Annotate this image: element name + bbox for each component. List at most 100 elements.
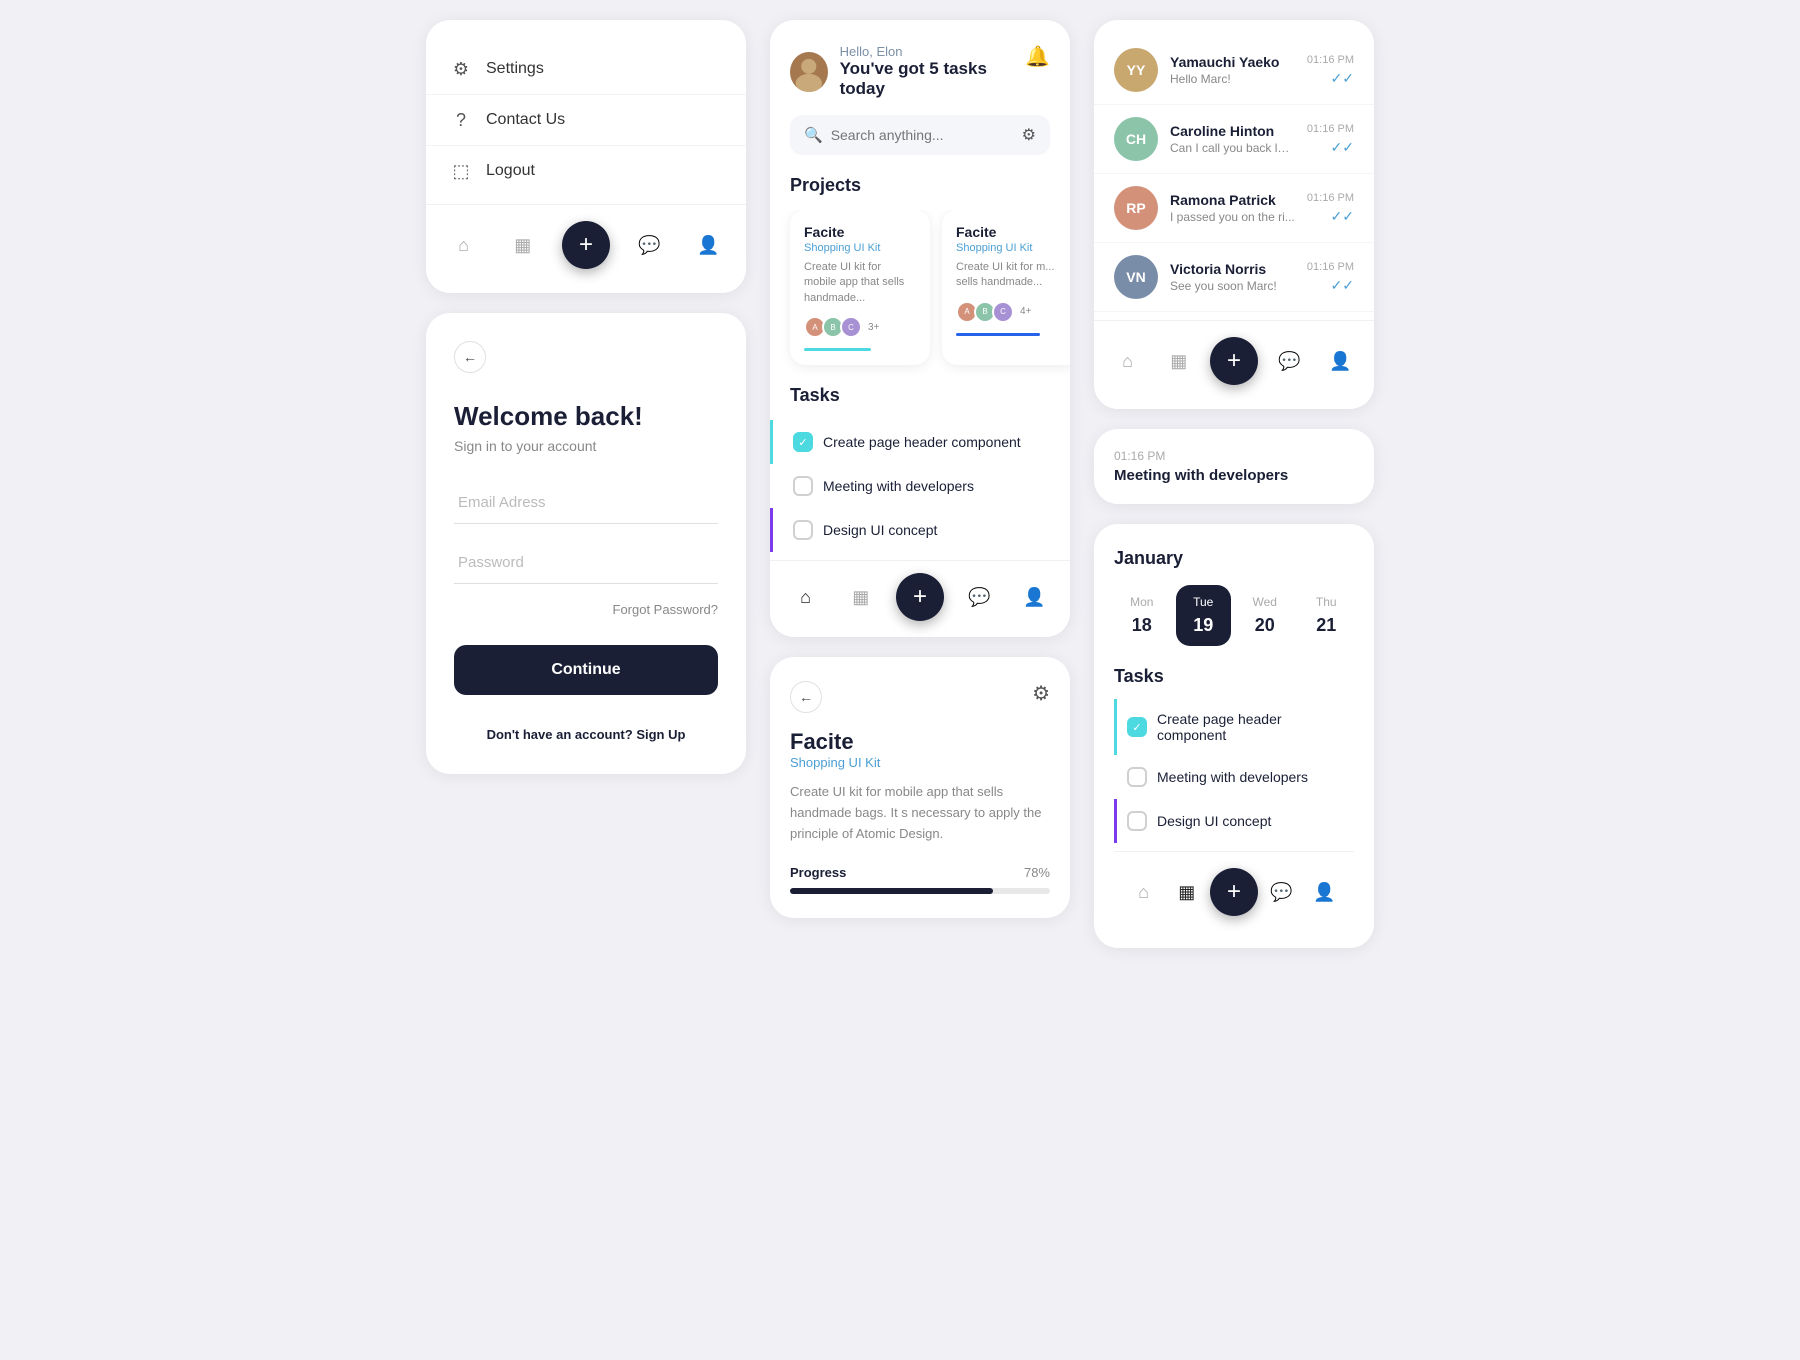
email-field[interactable] — [454, 482, 718, 524]
menu-item-logout[interactable]: ⬚ Logout — [426, 146, 746, 196]
tasks-section-title: Tasks — [770, 385, 1070, 420]
cal-day-name-3: Thu — [1316, 595, 1337, 609]
meeting-card: 01:16 PM Meeting with developers — [1094, 429, 1374, 504]
cal-day-1[interactable]: Tue 19 — [1176, 585, 1232, 646]
help-icon: ? — [450, 109, 472, 131]
signup-link: Don't have an account? Sign Up — [454, 727, 718, 742]
cal-day-0[interactable]: Mon 18 — [1114, 585, 1170, 646]
project-card-1[interactable]: Facite Shopping UI Kit Create UI kit for… — [942, 210, 1070, 365]
progress-percentage: 78% — [1024, 865, 1050, 880]
msg-bottom-nav: ⌂ ▦ + 💬 👤 — [1094, 320, 1374, 393]
proj-settings-icon[interactable]: ⚙ — [1032, 681, 1050, 713]
proj-avatar: C — [992, 301, 1014, 323]
cal-cal-nav[interactable]: ▦ — [1167, 872, 1207, 912]
msg-avatar-2: RP — [1114, 186, 1158, 230]
progress-label: Progress — [790, 865, 846, 880]
task-checkbox-1[interactable] — [793, 476, 813, 496]
cal-task-checkbox-1[interactable] — [1127, 767, 1147, 787]
signup-link-action[interactable]: Sign Up — [636, 727, 685, 742]
login-card: ← Welcome back! Sign in to your account … — [426, 313, 746, 774]
proj-avatar: C — [840, 316, 862, 338]
calendar-card: January Mon 18 Tue 19 Wed 20 Thu 21 Task… — [1094, 524, 1374, 948]
continue-button[interactable]: Continue — [454, 645, 718, 695]
cal-task-checkbox-0[interactable]: ✓ — [1127, 717, 1147, 737]
msg-check-3: ✓✓ — [1331, 277, 1354, 294]
home-nav[interactable]: ⌂ — [786, 577, 826, 617]
msg-check-0: ✓✓ — [1331, 70, 1354, 87]
msg-name-1: Caroline Hinton — [1170, 123, 1295, 139]
profile-nav-btn[interactable]: 👤 — [688, 225, 728, 265]
project-card-0[interactable]: Facite Shopping UI Kit Create UI kit for… — [790, 210, 930, 365]
home-msg-nav[interactable]: ⌂ — [1108, 341, 1148, 381]
add-fab-home[interactable]: + — [896, 573, 944, 621]
notification-bell[interactable]: 🔔 — [1025, 44, 1050, 69]
add-fab[interactable]: + — [562, 221, 610, 269]
projects-section-title: Projects — [770, 175, 1070, 210]
add-fab-msg[interactable]: + — [1210, 337, 1258, 385]
task-item-1[interactable]: Meeting with developers — [770, 464, 1070, 508]
user-avatar — [790, 52, 828, 92]
msg-item-1[interactable]: CH Caroline Hinton Can I call you back l… — [1094, 105, 1374, 174]
proj-progress-1 — [956, 333, 1040, 336]
password-field[interactable] — [454, 542, 718, 584]
msg-name-2: Ramona Patrick — [1170, 192, 1295, 208]
msg-preview-1: Can I call you back later? ... — [1170, 141, 1295, 155]
home-cal-nav[interactable]: ⌂ — [1124, 872, 1164, 912]
proj-count-0: 3+ — [868, 322, 879, 333]
meeting-time: 01:16 PM — [1114, 449, 1354, 463]
back-button[interactable]: ← — [454, 341, 486, 373]
chat-msg-nav[interactable]: 💬 — [1269, 341, 1309, 381]
cal-day-num-2: 20 — [1255, 615, 1275, 636]
cal-day-3[interactable]: Thu 21 — [1299, 585, 1355, 646]
chat-cal-nav[interactable]: 💬 — [1261, 872, 1301, 912]
task-label-1: Meeting with developers — [823, 478, 974, 494]
chat-nav-btn[interactable]: 💬 — [629, 225, 669, 265]
msg-item-2[interactable]: RP Ramona Patrick I passed you on the ri… — [1094, 174, 1374, 243]
cal-task-1[interactable]: Meeting with developers — [1114, 755, 1354, 799]
calendar-days: Mon 18 Tue 19 Wed 20 Thu 21 — [1114, 585, 1354, 646]
task-summary-text: You've got 5 tasks today — [840, 59, 1026, 99]
cal-task-label-0: Create page header component — [1157, 711, 1354, 743]
search-bar: 🔍 ⚙ — [790, 115, 1050, 155]
calendar-nav-btn[interactable]: ▦ — [503, 225, 543, 265]
search-input[interactable] — [831, 127, 1014, 143]
profile-nav[interactable]: 👤 — [1014, 577, 1054, 617]
home-card: Hello, Elon You've got 5 tasks today 🔔 🔍… — [770, 20, 1070, 637]
msg-body-3: Victoria Norris See you soon Marc! — [1170, 261, 1295, 293]
chat-nav[interactable]: 💬 — [959, 577, 999, 617]
cal-day-2[interactable]: Wed 20 — [1237, 585, 1293, 646]
home-nav-btn[interactable]: ⌂ — [444, 225, 484, 265]
msg-time-0: 01:16 PM — [1307, 54, 1354, 66]
task-checkbox-2[interactable] — [793, 520, 813, 540]
filter-icon[interactable]: ⚙ — [1022, 125, 1036, 145]
menu-item-contact[interactable]: ? Contact Us — [426, 95, 746, 146]
profile-msg-nav[interactable]: 👤 — [1320, 341, 1360, 381]
msg-avatar-0: YY — [1114, 48, 1158, 92]
cal-nav[interactable]: ▦ — [841, 577, 881, 617]
task-checkbox-0[interactable]: ✓ — [793, 432, 813, 452]
cal-task-0[interactable]: ✓ Create page header component — [1114, 699, 1354, 755]
task-item-0[interactable]: ✓ Create page header component — [770, 420, 1070, 464]
task-item-2[interactable]: Design UI concept — [770, 508, 1070, 552]
add-fab-cal[interactable]: + — [1210, 868, 1258, 916]
login-subtitle: Sign in to your account — [454, 438, 718, 454]
msg-preview-0: Hello Marc! — [1170, 72, 1295, 86]
proj-detail-back[interactable]: ← — [790, 681, 822, 713]
proj-name-0: Facite — [804, 224, 916, 240]
msg-item-3[interactable]: VN Victoria Norris See you soon Marc! 01… — [1094, 243, 1374, 312]
menu-item-settings[interactable]: ⚙ Settings — [426, 44, 746, 95]
search-icon: 🔍 — [804, 126, 823, 144]
mid-column: Hello, Elon You've got 5 tasks today 🔔 🔍… — [770, 20, 1070, 918]
msg-name-0: Yamauchi Yaeko — [1170, 54, 1295, 70]
cal-task-checkbox-2[interactable] — [1127, 811, 1147, 831]
msg-meta-0: 01:16 PM ✓✓ — [1307, 54, 1354, 87]
forgot-password-link[interactable]: Forgot Password? — [454, 602, 718, 617]
profile-cal-nav[interactable]: 👤 — [1304, 872, 1344, 912]
cal-task-2[interactable]: Design UI concept — [1114, 799, 1354, 843]
messages-card: YY Yamauchi Yaeko Hello Marc! 01:16 PM ✓… — [1094, 20, 1374, 409]
proj-avatars-1: A B C 4+ — [956, 301, 1068, 323]
proj-desc-1: Create UI kit for m... sells handmade... — [956, 260, 1068, 291]
msg-item-0[interactable]: YY Yamauchi Yaeko Hello Marc! 01:16 PM ✓… — [1094, 36, 1374, 105]
right-column: YY Yamauchi Yaeko Hello Marc! 01:16 PM ✓… — [1094, 20, 1374, 948]
cal-msg-nav[interactable]: ▦ — [1159, 341, 1199, 381]
